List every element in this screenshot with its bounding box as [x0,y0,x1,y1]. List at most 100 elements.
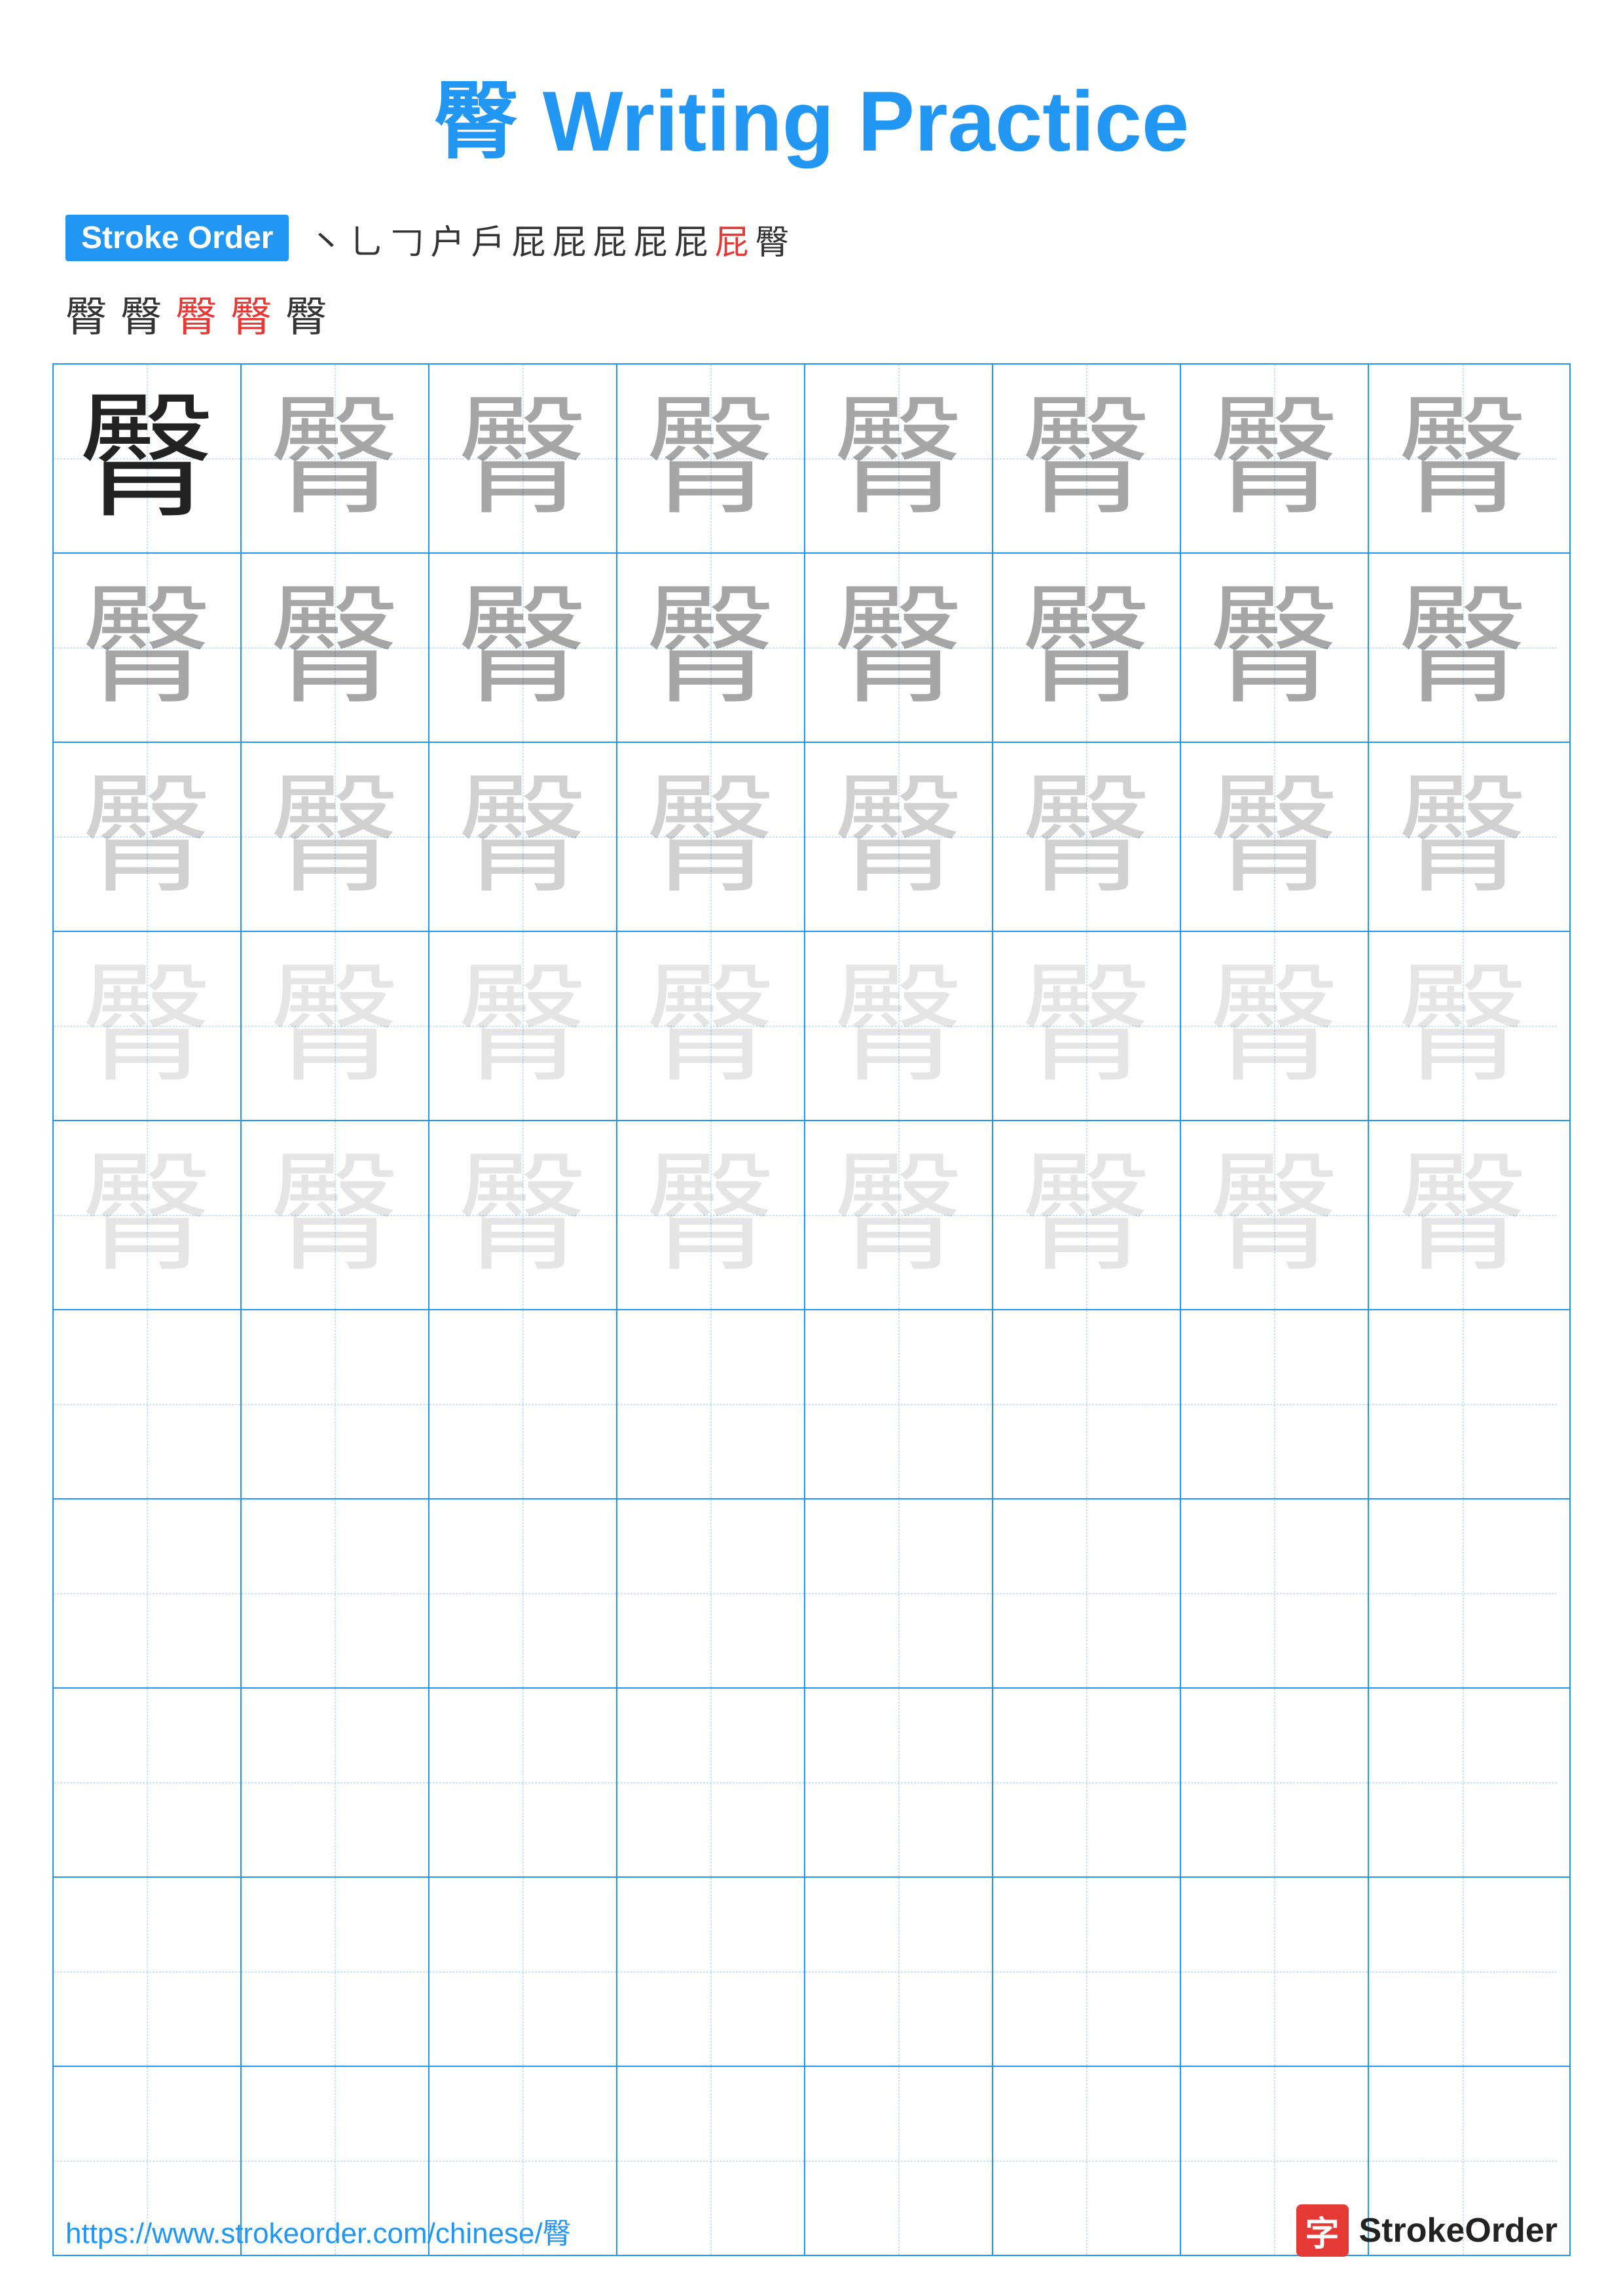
stroke-2: ⺃ [349,215,383,264]
grid-row-4: 臀 臀 臀 臀 臀 臀 臀 臀 [54,932,1569,1121]
grid-cell-6-2[interactable] [242,1310,429,1498]
char-4-6: 臀 [1021,961,1152,1092]
footer-logo-text: StrokeOrder [1359,2211,1558,2250]
grid-cell-1-8[interactable]: 臀 [1369,365,1557,552]
grid-cell-2-8[interactable]: 臀 [1369,554,1557,742]
grid-cell-6-6[interactable] [993,1310,1181,1498]
grid-cell-6-7[interactable] [1181,1310,1369,1498]
grid-cell-7-6[interactable] [993,1499,1181,1687]
grid-cell-3-7[interactable]: 臀 [1181,743,1369,931]
grid-cell-7-3[interactable] [429,1499,617,1687]
grid-cell-6-8[interactable] [1369,1310,1557,1498]
grid-cell-5-3[interactable]: 臀 [429,1121,617,1309]
line2-stroke-4: 臀 [230,283,272,344]
stroke-order-badge: Stroke Order [65,215,289,261]
stroke-1: ㇔ [308,215,342,264]
grid-cell-7-5[interactable] [805,1499,993,1687]
grid-cell-6-5[interactable] [805,1310,993,1498]
char-5-2: 臀 [269,1150,400,1281]
char-1-5: 臀 [833,393,964,524]
grid-cell-6-4[interactable] [617,1310,805,1498]
grid-cell-8-3[interactable] [429,1689,617,1876]
grid-cell-3-5[interactable]: 臀 [805,743,993,931]
grid-cell-1-2[interactable]: 臀 [242,365,429,552]
grid-cell-9-2[interactable] [242,1878,429,2066]
grid-cell-5-7[interactable]: 臀 [1181,1121,1369,1309]
grid-cell-9-5[interactable] [805,1878,993,2066]
grid-cell-7-4[interactable] [617,1499,805,1687]
grid-cell-2-4[interactable]: 臀 [617,554,805,742]
grid-cell-9-3[interactable] [429,1878,617,2066]
grid-cell-7-8[interactable] [1369,1499,1557,1687]
grid-cell-5-6[interactable]: 臀 [993,1121,1181,1309]
char-3-3: 臀 [457,772,588,903]
grid-cell-5-2[interactable]: 臀 [242,1121,429,1309]
grid-cell-7-7[interactable] [1181,1499,1369,1687]
grid-cell-4-1[interactable]: 臀 [54,932,242,1120]
char-3-4: 臀 [645,772,776,903]
grid-cell-3-2[interactable]: 臀 [242,743,429,931]
title-section: 臀 Writing Practice [0,0,1623,215]
grid-cell-2-7[interactable]: 臀 [1181,554,1369,742]
stroke-order-section: Stroke Order ㇔ ⺃ 𠃌 户 戶 屁 屁 屁 屁 屁 屁 臀 [0,215,1623,264]
grid-cell-8-8[interactable] [1369,1689,1557,1876]
grid-cell-2-5[interactable]: 臀 [805,554,993,742]
grid-cell-4-8[interactable]: 臀 [1369,932,1557,1120]
grid-cell-6-1[interactable] [54,1310,242,1498]
char-2-6: 臀 [1021,583,1152,713]
grid-cell-8-4[interactable] [617,1689,805,1876]
grid-cell-3-6[interactable]: 臀 [993,743,1181,931]
char-4-1: 臀 [81,961,212,1092]
grid-cell-8-2[interactable] [242,1689,429,1876]
stroke-11: 屁 [715,215,749,264]
page-title: 臀 Writing Practice [434,73,1189,169]
grid-cell-9-7[interactable] [1181,1878,1369,2066]
grid-cell-9-4[interactable] [617,1878,805,2066]
grid-cell-9-1[interactable] [54,1878,242,2066]
char-5-1: 臀 [81,1150,212,1281]
grid-cell-5-8[interactable]: 臀 [1369,1121,1557,1309]
char-5-8: 臀 [1397,1150,1528,1281]
grid-cell-1-7[interactable]: 臀 [1181,365,1369,552]
grid-cell-8-1[interactable] [54,1689,242,1876]
grid-cell-7-1[interactable] [54,1499,242,1687]
grid-cell-4-6[interactable]: 臀 [993,932,1181,1120]
grid-cell-4-7[interactable]: 臀 [1181,932,1369,1120]
grid-cell-8-5[interactable] [805,1689,993,1876]
stroke-6: 屁 [512,215,546,264]
grid-cell-4-4[interactable]: 臀 [617,932,805,1120]
grid-cell-3-4[interactable]: 臀 [617,743,805,931]
char-2-1: 臀 [81,583,212,713]
grid-cell-7-2[interactable] [242,1499,429,1687]
grid-cell-5-4[interactable]: 臀 [617,1121,805,1309]
grid-cell-4-3[interactable]: 臀 [429,932,617,1120]
grid-cell-1-4[interactable]: 臀 [617,365,805,552]
stroke-4: 户 [430,215,464,264]
char-2-7: 臀 [1209,583,1340,713]
grid-cell-5-5[interactable]: 臀 [805,1121,993,1309]
grid-cell-1-3[interactable]: 臀 [429,365,617,552]
grid-cell-9-6[interactable] [993,1878,1181,2066]
grid-cell-4-2[interactable]: 臀 [242,932,429,1120]
grid-cell-3-3[interactable]: 臀 [429,743,617,931]
grid-cell-1-6[interactable]: 臀 [993,365,1181,552]
char-1-4: 臀 [645,393,776,524]
grid-cell-3-8[interactable]: 臀 [1369,743,1557,931]
grid-cell-2-2[interactable]: 臀 [242,554,429,742]
grid-cell-8-6[interactable] [993,1689,1181,1876]
grid-cell-1-1[interactable]: 臀 [54,365,242,552]
grid-cell-8-7[interactable] [1181,1689,1369,1876]
grid-cell-2-3[interactable]: 臀 [429,554,617,742]
char-3-6: 臀 [1021,772,1152,903]
char-5-7: 臀 [1209,1150,1340,1281]
grid-cell-2-1[interactable]: 臀 [54,554,242,742]
grid-cell-6-3[interactable] [429,1310,617,1498]
grid-cell-2-6[interactable]: 臀 [993,554,1181,742]
char-4-5: 臀 [833,961,964,1092]
grid-cell-1-5[interactable]: 臀 [805,365,993,552]
grid-cell-4-5[interactable]: 臀 [805,932,993,1120]
grid-cell-3-1[interactable]: 臀 [54,743,242,931]
stroke-3: 𠃌 [390,215,424,264]
grid-cell-9-8[interactable] [1369,1878,1557,2066]
grid-cell-5-1[interactable]: 臀 [54,1121,242,1309]
